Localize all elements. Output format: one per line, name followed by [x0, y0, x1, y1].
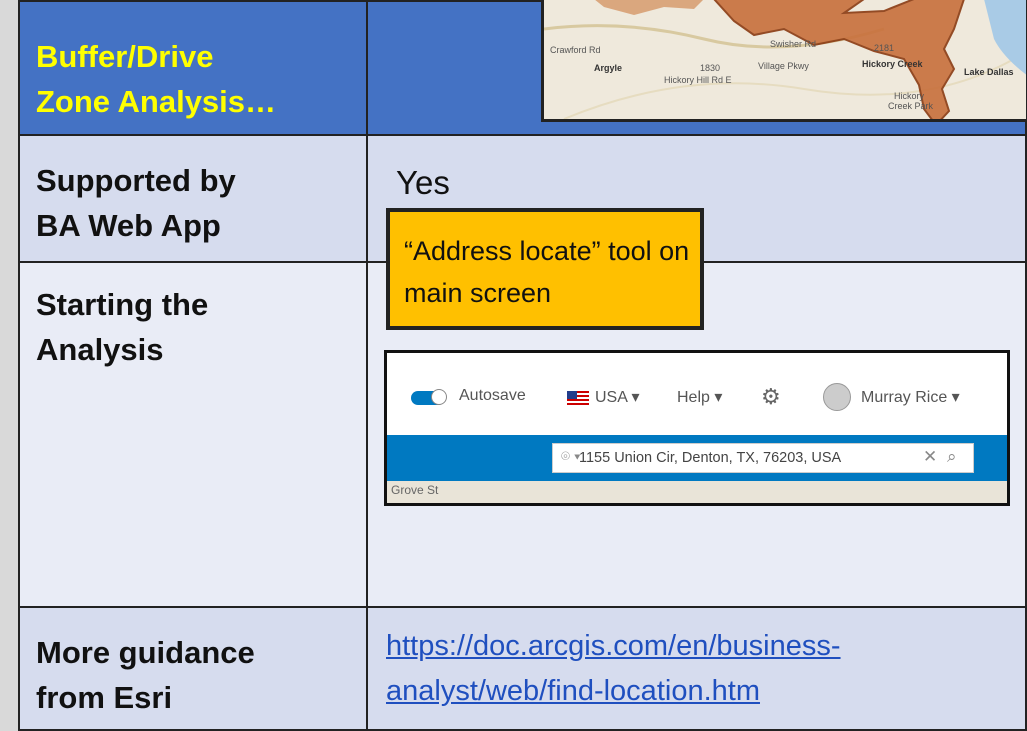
country-dropdown[interactable]: USA ▾	[595, 387, 640, 407]
close-icon[interactable]: ✕	[923, 447, 937, 467]
search-value[interactable]: 1155 Union Cir, Denton, TX, 76203, USA	[579, 450, 841, 466]
header-title-line1: Buffer/Drive	[36, 39, 214, 74]
header-title-line2: Zone Analysis…	[36, 84, 277, 119]
usa-flag-icon	[567, 391, 589, 405]
row-supported-label-line1: Supported by	[36, 163, 236, 198]
user-menu[interactable]: Murray Rice ▾	[861, 387, 960, 407]
row-starting-label-cell: Starting the Analysis	[18, 263, 368, 608]
address-locate-callout: “Address locate” tool on main screen	[386, 208, 704, 330]
gear-icon[interactable]: ⚙	[761, 384, 781, 410]
row-starting-label-line2: Analysis	[36, 332, 164, 367]
header-cell-title: Buffer/Drive Zone Analysis…	[18, 0, 368, 136]
map-label-2181: 2181	[874, 43, 895, 53]
callout-line2: main screen	[404, 278, 552, 308]
row-starting-label: Starting the Analysis	[36, 282, 208, 372]
row-starting-label-line1: Starting the	[36, 287, 209, 322]
supported-value: Yes	[396, 164, 450, 201]
map-label-hickory-creek: Hickory Creek	[862, 59, 923, 69]
map-label-argyle: Argyle	[594, 63, 623, 73]
ba-web-app-screenshot: Autosave USA ▾ Help ▾ ⚙ Murray Rice ▾ ⌾ …	[384, 350, 1010, 506]
map-label-crawford: Crawford Rd	[550, 45, 601, 55]
map-label-hickory-park-1: Hickory	[894, 91, 925, 101]
row-guidance-value-cell: https://doc.arcgis.com/en/business- anal…	[368, 608, 1027, 731]
row-guidance-label-line2: from Esri	[36, 680, 173, 715]
map-label-hickory-park-2: Creek Park	[888, 101, 934, 111]
link-line1[interactable]: https://doc.arcgis.com/en/business-	[386, 630, 841, 662]
row-guidance-label-line1: More guidance	[36, 635, 255, 670]
help-dropdown[interactable]: Help ▾	[677, 387, 722, 407]
link-line2[interactable]: analyst/web/find-location.htm	[386, 675, 760, 707]
map-label-hickory-hill: Hickory Hill Rd E	[664, 75, 732, 85]
row-guidance-label: More guidance from Esri	[36, 630, 255, 720]
drive-zone-map-image: Crawford Rd Argyle Hickory Hill Rd E Swi…	[541, 0, 1027, 122]
map-street-label: Grove St	[391, 483, 439, 497]
autosave-toggle[interactable]	[411, 389, 447, 405]
row-guidance-label-cell: More guidance from Esri	[18, 608, 368, 731]
row-supported-label: Supported by BA Web App	[36, 158, 236, 248]
autosave-label: Autosave	[459, 387, 526, 404]
app-map-strip: Grove St	[387, 481, 1007, 503]
header-title: Buffer/Drive Zone Analysis…	[36, 34, 276, 124]
row-supported-label-cell: Supported by BA Web App	[18, 136, 368, 263]
avatar[interactable]	[823, 383, 851, 411]
address-search-input[interactable]: ⌾ ▾ 1155 Union Cir, Denton, TX, 76203, U…	[552, 443, 974, 473]
map-label-lake-dallas: Lake Dallas	[964, 67, 1014, 77]
map-label-swisher: Swisher Rd	[770, 39, 817, 49]
map-label-1830: 1830	[700, 63, 721, 73]
row-supported-label-line2: BA Web App	[36, 208, 221, 243]
map-label-village-pkwy: Village Pkwy	[758, 61, 809, 71]
search-icon[interactable]: ⌕	[947, 447, 957, 467]
app-top-bar: Autosave USA ▾ Help ▾ ⚙ Murray Rice ▾	[387, 353, 1007, 435]
location-pin-icon[interactable]: ⌾ ▾	[561, 448, 580, 465]
esri-guidance-link[interactable]: https://doc.arcgis.com/en/business- anal…	[386, 624, 1006, 714]
callout-line1: “Address locate” tool on	[404, 236, 690, 266]
